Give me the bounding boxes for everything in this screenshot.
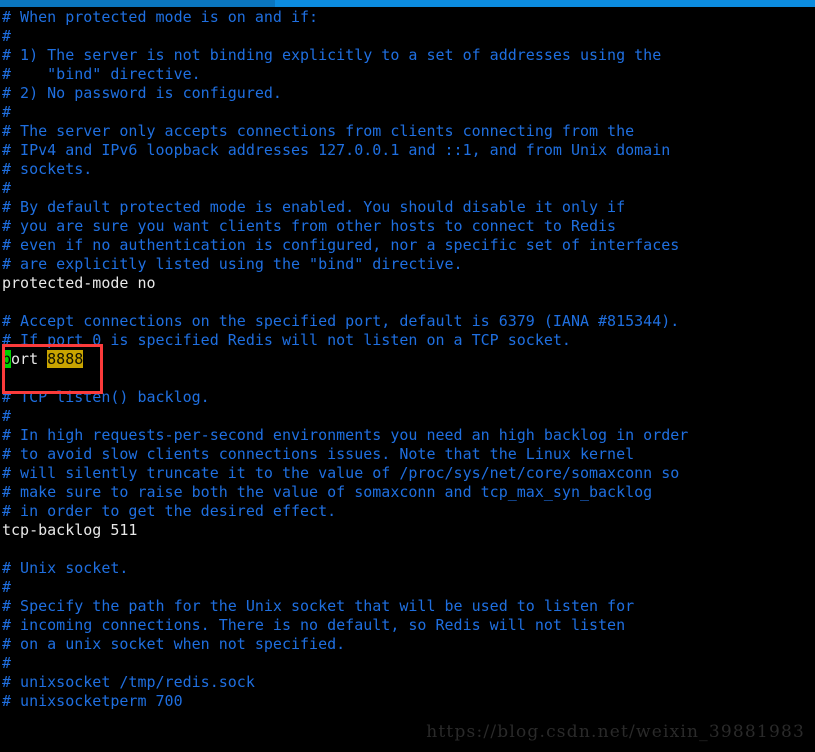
terminal-line: # in order to get the desired effect.: [2, 502, 337, 520]
terminal-line: # unixsocket /tmp/redis.sock: [2, 673, 255, 691]
terminal-line: #: [2, 27, 12, 45]
terminal-line: # 1) The server is not binding explicitl…: [2, 46, 662, 64]
terminal-line: #: [2, 103, 12, 121]
terminal-line: # Unix socket.: [2, 559, 129, 577]
titlebar-right-segment: [275, 0, 815, 7]
terminal-line: # you are sure you want clients from oth…: [2, 217, 617, 235]
port-value-highlight: 8888: [47, 350, 84, 368]
terminal-line: # "bind" directive.: [2, 65, 201, 83]
terminal-line: # incoming connections. There is no defa…: [2, 616, 626, 634]
terminal-line: #: [2, 407, 12, 425]
terminal-line: # Specify the path for the Unix socket t…: [2, 597, 635, 615]
terminal-line-port-directive: port 8888: [0, 350, 815, 369]
terminal-line: # on a unix socket when not specified.: [2, 635, 346, 653]
terminal-line: # 2) No password is configured.: [2, 84, 282, 102]
terminal-line: #: [2, 179, 12, 197]
terminal-line: # even if no authentication is configure…: [2, 236, 680, 254]
terminal-line: # When protected mode is on and if:: [2, 8, 319, 26]
terminal-text-area[interactable]: # When protected mode is on and if: # # 1)…: [0, 8, 815, 752]
terminal-line: # IPv4 and IPv6 loopback addresses 127.0…: [2, 141, 671, 159]
terminal-line: # sockets.: [2, 160, 93, 178]
terminal-line: # will silently truncate it to the value…: [2, 464, 680, 482]
terminal-line: #: [2, 578, 12, 596]
terminal-line: # The server only accepts connections fr…: [2, 122, 635, 140]
terminal-line: # In high requests-per-second environmen…: [2, 426, 689, 444]
terminal-line: tcp-backlog 511: [2, 521, 138, 539]
terminal-line: # are explicitly listed using the "bind"…: [2, 255, 463, 273]
port-directive-space: [38, 350, 47, 368]
port-directive-name: ort: [11, 350, 39, 368]
window-titlebar: [0, 0, 815, 7]
terminal-window: # When protected mode is on and if: # # 1)…: [0, 0, 815, 752]
terminal-line: protected-mode no: [2, 274, 156, 292]
titlebar-left-segment: [0, 0, 275, 7]
terminal-line: # Accept connections on the specified po…: [2, 312, 680, 330]
terminal-line: # make sure to raise both the value of s…: [2, 483, 653, 501]
terminal-line: # By default protected mode is enabled. …: [2, 198, 626, 216]
terminal-line: #: [2, 654, 12, 672]
watermark-url: https://blog.csdn.net/weixin_39881983: [426, 722, 805, 742]
text-cursor-block: p: [2, 350, 12, 368]
terminal-line: # to avoid slow clients connections issu…: [2, 445, 635, 463]
terminal-line: # If port 0 is specified Redis will not …: [2, 331, 571, 349]
terminal-line: # TCP listen() backlog.: [2, 388, 210, 406]
terminal-line: # unixsocketperm 700: [2, 692, 183, 710]
